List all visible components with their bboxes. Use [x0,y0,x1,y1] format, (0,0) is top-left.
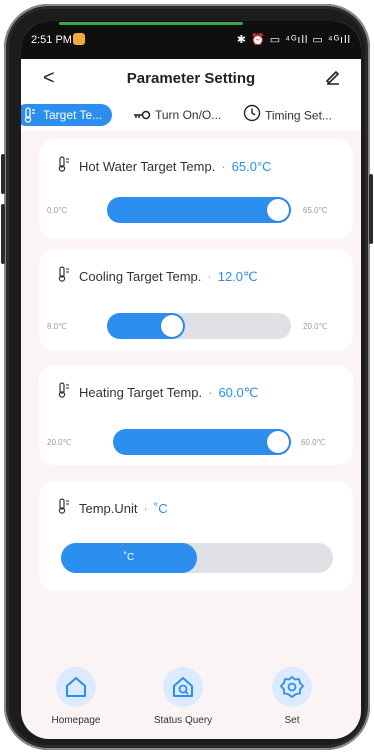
separator: · [207,269,212,284]
screen: 2:51 PM ✱ ⏰ ▭ ⁴ᴳıll ▭ ⁴ᴳıll < Parameter … [21,21,361,739]
slider-knob[interactable] [161,315,184,337]
slider-min-label: 20.0℃ [47,438,72,447]
thermometer-icon [57,266,71,287]
heating-slider[interactable] [113,429,291,455]
app-header: < Parameter Setting [21,59,361,99]
tab-label: Target Te... [43,108,103,122]
unit-option-fahrenheit[interactable] [197,543,333,573]
key-icon [133,105,151,127]
nav-label: Status Query [153,715,213,726]
edit-icon[interactable] [325,69,341,90]
thermometer-icon [57,156,71,177]
slider-min-label: 8.0℃ [47,322,68,331]
tab-label: Timing Set... [265,108,332,123]
slider-fill [113,429,291,455]
unit-option-celsius[interactable]: ˚C [61,543,197,573]
setting-title: Heating Target Temp. · 60.0℃ [79,385,258,401]
phone-frame: 2:51 PM ✱ ⏰ ▭ ⁴ᴳıll ▭ ⁴ᴳıll < Parameter … [1,4,373,750]
setting-value: 60.0℃ [218,385,259,400]
setting-title: Cooling Target Temp. · 12.0℃ [79,269,258,285]
setting-card-cooling: Cooling Target Temp. · 12.0℃ 8.0℃ 20.0℃ [39,249,353,351]
slider-knob[interactable] [267,199,289,221]
side-button [369,174,373,244]
temp-unit-toggle[interactable]: ˚C [61,543,333,573]
setting-label: Temp.Unit [79,501,138,516]
side-button [1,204,5,264]
status-time: 2:51 PM [31,34,72,46]
tab-turn-on-off[interactable]: Turn On/O... [133,104,221,126]
setting-title: Hot Water Target Temp. · 65.0°C [79,159,272,174]
setting-label: Cooling Target Temp. [79,269,202,284]
setting-title: Temp.Unit · ˚C [79,501,168,516]
hot-water-slider[interactable] [107,197,291,223]
notification-icon [73,33,85,45]
nav-homepage[interactable]: Homepage [26,667,126,726]
tab-bar: Target Te... Turn On/O... Timing Set... [21,99,361,131]
slider-max-label: 20.0℃ [303,322,328,331]
nav-set[interactable]: Set [242,667,342,726]
slider-max-label: 60.0℃ [301,438,326,447]
separator: · [143,501,148,516]
tab-target-temp[interactable]: Target Te... [21,104,113,126]
nav-label: Set [284,715,300,726]
nav-status-query[interactable]: Status Query [133,667,233,726]
bottom-nav: Homepage Status Query Set [21,661,361,739]
thermometer-icon [57,382,71,403]
gear-icon [272,667,312,707]
setting-value: 65.0°C [231,159,272,174]
setting-card-temp-unit: Temp.Unit · ˚C [39,481,353,591]
page-title: Parameter Setting [126,70,256,87]
status-bar: 2:51 PM ✱ ⏰ ▭ ⁴ᴳıll ▭ ⁴ᴳıll [21,21,361,59]
setting-value: 12.0℃ [217,269,258,284]
call-indicator [59,22,243,25]
slider-min-label: 0.0°C [47,206,68,215]
side-button [1,154,5,194]
setting-label: Hot Water Target Temp. [79,159,216,174]
setting-card-hot-water: Hot Water Target Temp. · 65.0°C 0.0°C 65.0… [39,139,353,239]
setting-card-heating: Heating Target Temp. · 60.0℃ 20.0℃ 60.0℃ [39,365,353,465]
status-search-icon [163,667,203,707]
slider-max-label: 65.0°C [303,206,328,215]
status-icons: ✱ ⏰ ▭ ⁴ᴳıll ▭ ⁴ᴳıll [236,34,351,46]
separator: · [208,385,213,400]
home-icon [56,667,96,707]
setting-value: ˚C [153,501,168,516]
cooling-slider[interactable] [107,313,291,339]
thermometer-icon [57,498,71,519]
separator: · [221,159,226,174]
setting-label: Heating Target Temp. [79,385,203,400]
nav-label: Homepage [51,715,101,726]
slider-knob[interactable] [267,431,289,453]
thermometer-icon [23,107,37,130]
slider-fill [107,197,291,223]
tab-timing-setting[interactable]: Timing Set... [243,104,332,126]
tab-label: Turn On/O... [155,108,222,122]
clock-icon [243,104,261,129]
